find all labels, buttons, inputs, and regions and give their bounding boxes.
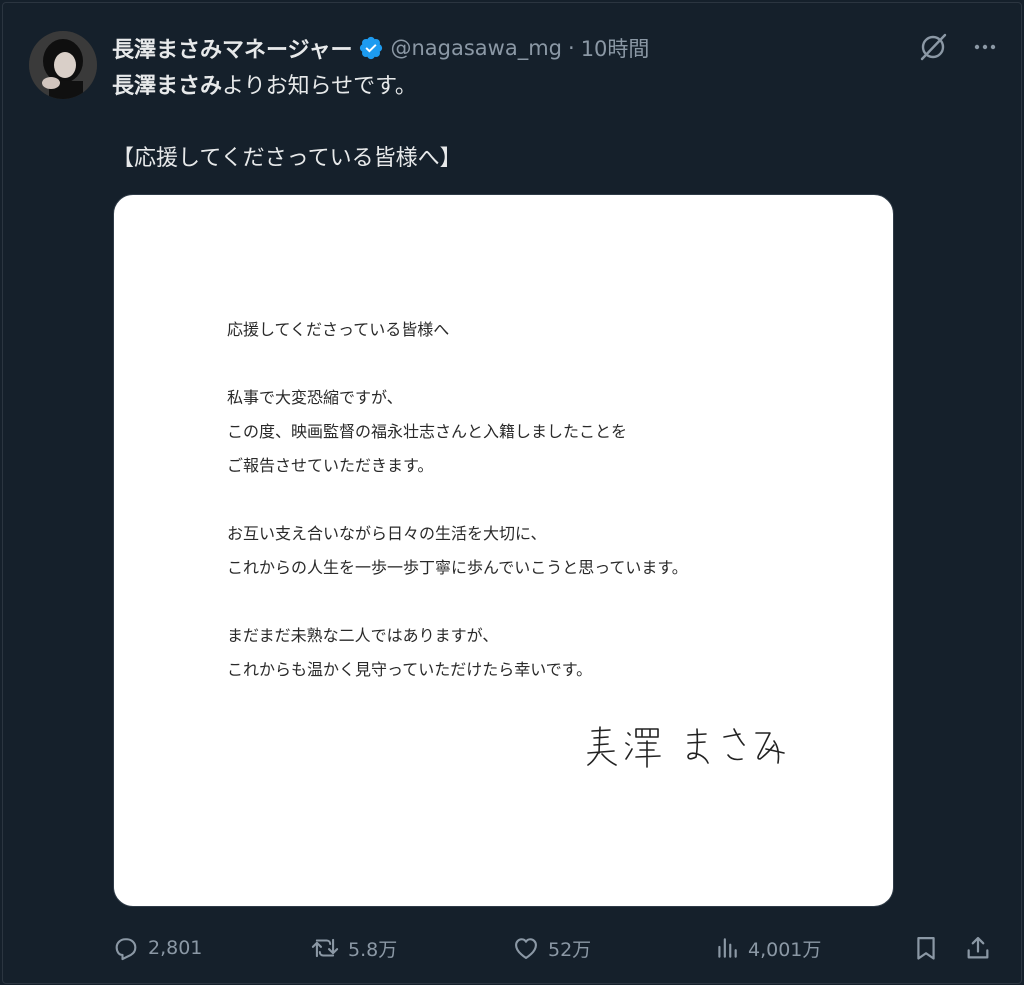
handle[interactable]: @nagasawa_mg <box>390 36 562 60</box>
letter-body: 応援してくださっている皆様へ 私事で大変恐縮ですが、 この度、映画監督の福永壮志… <box>227 313 688 687</box>
share-icon <box>964 934 992 962</box>
more-icon[interactable] <box>972 34 998 60</box>
grok-icon[interactable] <box>918 32 948 62</box>
letter-line: お互い支え合いながら日々の生活を大切に、 <box>227 524 547 543</box>
avatar[interactable] <box>29 31 97 99</box>
retweet-button[interactable]: 5.8万 <box>310 928 397 968</box>
attached-image-letter[interactable]: 応援してくださっている皆様へ 私事で大変恐縮ですが、 この度、映画監督の福永壮志… <box>113 194 894 907</box>
bookmark-icon <box>912 934 940 962</box>
display-name[interactable]: 長澤まさみマネージャー <box>112 32 352 64</box>
separator-dot: · <box>568 36 575 60</box>
letter-line: 私事で大変恐縮ですが、 <box>227 388 403 407</box>
verified-badge-icon <box>358 35 384 61</box>
letter-line: この度、映画監督の福永壮志さんと入籍しましたことを <box>227 422 628 441</box>
tweet-text: 長澤まさみよりお知らせです。 【応援してくださっている皆様へ】 <box>112 68 892 178</box>
reply-icon <box>112 934 140 962</box>
letter-greeting: 応援してくださっている皆様へ <box>227 320 450 339</box>
avatar-photo <box>29 31 97 99</box>
mention-name: 長澤まさみ <box>112 74 223 99</box>
timestamp[interactable]: 10時間 <box>581 33 650 63</box>
action-bar: 2,801 5.8万 52万 4,001万 <box>112 928 1002 968</box>
reply-count: 2,801 <box>148 937 203 959</box>
retweet-icon <box>310 934 340 962</box>
tweet-line-1-rest: よりお知らせです。 <box>222 74 417 99</box>
like-count: 52万 <box>548 938 592 961</box>
like-icon <box>512 934 540 962</box>
tweet-line-1: 長澤まさみよりお知らせです。 <box>112 68 892 106</box>
letter-line: ご報告させていただきます。 <box>227 456 434 475</box>
like-button[interactable]: 52万 <box>512 928 591 968</box>
letter-line: まだまだ未熟な二人ではありますが、 <box>227 626 499 645</box>
views-count: 4,001万 <box>748 938 822 961</box>
handwritten-signature <box>587 726 785 768</box>
reply-button[interactable]: 2,801 <box>112 928 202 968</box>
share-button[interactable] <box>964 928 992 968</box>
views-icon <box>714 934 740 962</box>
views-button[interactable]: 4,001万 <box>714 928 821 968</box>
bookmark-button[interactable] <box>912 928 940 968</box>
tweet-header: 長澤まさみマネージャー @nagasawa_mg · 10時間 <box>112 30 649 66</box>
retweet-count: 5.8万 <box>348 938 398 961</box>
tweet-line-2: 【応援してくださっている皆様へ】 <box>112 146 462 171</box>
letter-line: これからの人生を一歩一歩丁寧に歩んでいこうと思っています。 <box>227 558 688 577</box>
letter-line: これからも温かく見守っていただけたら幸いです。 <box>227 660 593 679</box>
top-actions <box>918 32 998 62</box>
